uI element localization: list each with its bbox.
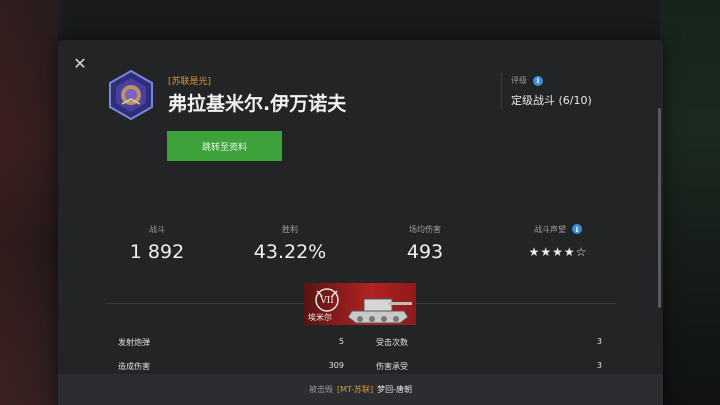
go-to-profile-button[interactable]: 跳转至资料 <box>167 131 282 161</box>
player-name: 弗拉基米尔.伊万诺夫 <box>168 93 347 115</box>
detail-label: 伤害承受 <box>376 362 408 371</box>
stat-value: 43.22% <box>253 241 327 263</box>
stat-label: 战斗声望 <box>534 224 566 234</box>
reputation-stars: ★★★★☆ <box>528 245 588 259</box>
rank-badge-icon <box>109 70 153 120</box>
detail-label: 发射炮弹 <box>118 338 150 347</box>
stats-row: 战斗 1 892 胜利 43.22% 场均伤害 493 战斗声望 i ★★★★☆ <box>92 223 632 267</box>
stat-reputation: 战斗声望 i ★★★★☆ <box>493 223 623 259</box>
scrollbar[interactable] <box>658 108 661 308</box>
tank-card[interactable]: VII 埃米尔 <box>304 283 416 325</box>
reputation-info-icon[interactable]: i <box>572 224 582 234</box>
killer-name[interactable]: 梦回-唐朝 <box>377 384 412 395</box>
detail-row-shots: 发射炮弹 5 <box>118 337 344 348</box>
tank-image-icon <box>347 298 412 324</box>
detail-value: 3 <box>596 361 602 370</box>
stat-label: 胜利 <box>282 224 298 234</box>
stat-battles: 战斗 1 892 <box>92 223 222 264</box>
stat-win-rate: 胜利 43.22% <box>225 223 355 264</box>
detail-value: 5 <box>338 337 344 346</box>
rating-info-icon[interactable]: i <box>533 75 543 86</box>
detail-row-hits-received: 受击次数 3 <box>376 337 602 348</box>
detail-label: 受击次数 <box>376 338 408 347</box>
detail-row-damage-dealt: 造成伤害 309 <box>118 361 344 372</box>
player-card-dialog: ✕ [苏联是光] 弗拉基米尔.伊万诺夫 跳转至资料 评级 i 定级战斗 (6/1… <box>58 40 663 405</box>
clan-tag: [苏联是光] <box>168 77 212 87</box>
destroyed-by-footer: 被击毁 [MT-苏联] 梦回-唐朝 <box>58 374 663 405</box>
rating-label-row: 评级 i <box>511 75 543 86</box>
detail-label: 造成伤害 <box>118 362 150 371</box>
background-left-blur <box>0 0 58 405</box>
stat-label: 战斗 <box>149 224 165 234</box>
detail-value: 309 <box>328 361 344 370</box>
detail-value: 3 <box>596 337 602 346</box>
footer-prefix: 被击毁 <box>308 385 333 394</box>
stat-value: 493 <box>406 241 444 263</box>
tank-tier-label: VII <box>319 296 334 306</box>
stat-avg-damage: 场均伤害 493 <box>360 223 490 264</box>
close-icon[interactable]: ✕ <box>72 56 88 72</box>
killer-clan-tag: [MT-苏联] <box>336 385 374 394</box>
background-right-blur <box>660 0 720 405</box>
rating-value: 定级战斗 (6/10) <box>511 94 592 107</box>
rating-divider <box>501 73 502 109</box>
detail-row-damage-received: 伤害承受 3 <box>376 361 602 372</box>
tank-name: 埃米尔 <box>308 313 332 322</box>
stat-label: 场均伤害 <box>409 224 441 234</box>
rating-label: 评级 <box>511 76 527 85</box>
stat-value: 1 892 <box>129 241 185 263</box>
svg-text:VII: VII <box>319 296 334 306</box>
